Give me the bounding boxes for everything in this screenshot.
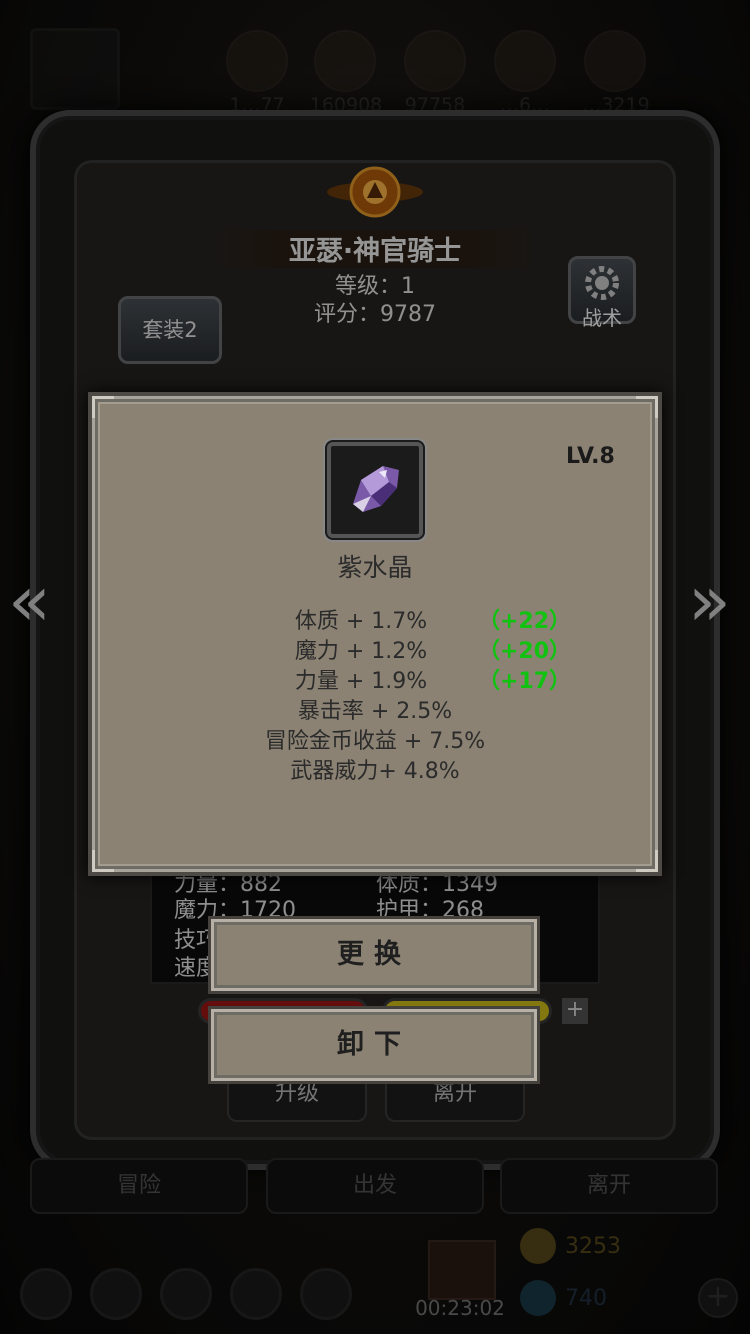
- attribute-line: 武器威力+ 4.8%: [290, 759, 460, 784]
- attribute-line: 暴击率 + 2.5%: [297, 699, 453, 724]
- replace-button[interactable]: 更换: [208, 916, 540, 994]
- attribute-bonus: （+20）: [478, 639, 572, 664]
- item-level: LV.8: [566, 444, 615, 469]
- item-icon-frame: [327, 442, 423, 538]
- attribute-line: 冒险金币收益 + 7.5%: [264, 729, 486, 754]
- purple-crystal-icon: [353, 466, 399, 512]
- attribute-bonus: （+22）: [478, 609, 572, 634]
- attribute-line: 魔力 + 1.2%: [294, 639, 428, 664]
- popup-corner: [92, 396, 114, 418]
- attribute-line: 力量 + 1.9%: [294, 669, 428, 694]
- attribute-bonus: （+17）: [478, 669, 572, 694]
- popup-corner: [636, 396, 658, 418]
- attribute-line: 体质 + 1.7%: [294, 609, 428, 634]
- item-name: 紫水晶: [337, 553, 413, 582]
- popup-corner: [636, 850, 658, 872]
- popup-corner: [92, 850, 114, 872]
- unequip-button[interactable]: 卸下: [208, 1006, 540, 1084]
